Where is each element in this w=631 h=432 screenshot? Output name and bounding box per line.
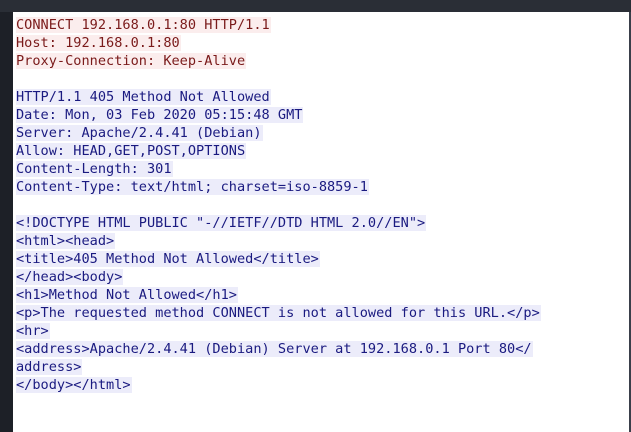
follow-stream-window: CONNECT 192.168.0.1:80 HTTP/1.1 Host: 19… (0, 0, 631, 432)
client-request-block: CONNECT 192.168.0.1:80 HTTP/1.1 Host: 19… (16, 16, 629, 70)
stream-line: Content-Type: text/html; charset=iso-885… (16, 179, 369, 195)
stream-line: Host: 192.168.0.1:80 (16, 35, 181, 51)
server-headers-block: HTTP/1.1 405 Method Not Allowed Date: Mo… (16, 88, 629, 196)
stream-line: Proxy-Connection: Keep-Alive (16, 53, 247, 69)
stream-line: <h1>Method Not Allowed</h1> (16, 287, 238, 303)
stream-line: CONNECT 192.168.0.1:80 HTTP/1.1 (16, 17, 271, 33)
stream-line: <hr> (16, 323, 50, 339)
stream-text-area[interactable]: CONNECT 192.168.0.1:80 HTTP/1.1 Host: 19… (13, 12, 629, 432)
block-gap (16, 196, 629, 214)
stream-line: address> (16, 359, 83, 375)
stream-line: Allow: HEAD,GET,POST,OPTIONS (16, 143, 247, 159)
stream-line: Content-Length: 301 (16, 161, 173, 177)
block-gap (16, 70, 629, 88)
stream-line: </body></html> (16, 377, 132, 393)
stream-line: <title>405 Method Not Allowed</title> (16, 251, 320, 267)
stream-line: <p>The requested method CONNECT is not a… (16, 305, 541, 321)
left-gutter (0, 12, 13, 432)
server-body-block: <!DOCTYPE HTML PUBLIC "-//IETF//DTD HTML… (16, 214, 629, 394)
stream-line: <html><head> (16, 233, 116, 249)
window-top-strip (0, 0, 631, 12)
stream-line: Server: Apache/2.4.41 (Debian) (16, 125, 263, 141)
stream-line: Date: Mon, 03 Feb 2020 05:15:48 GMT (16, 107, 304, 123)
stream-line: </head><body> (16, 269, 124, 285)
stream-line: <!DOCTYPE HTML PUBLIC "-//IETF//DTD HTML… (16, 215, 427, 231)
stream-line: HTTP/1.1 405 Method Not Allowed (16, 89, 271, 105)
stream-line: <address>Apache/2.4.41 (Debian) Server a… (16, 341, 533, 357)
